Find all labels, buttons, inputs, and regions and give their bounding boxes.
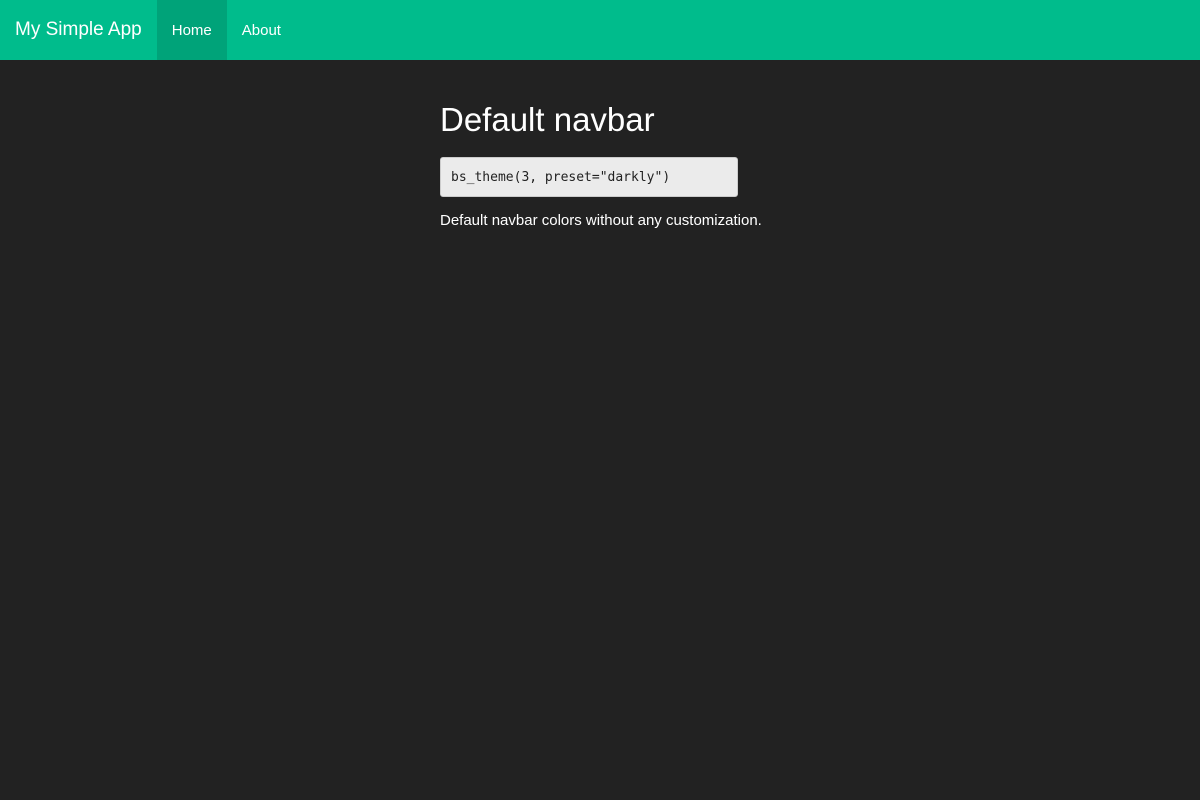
code-block: bs_theme(3, preset="darkly") [440,157,738,197]
description-text: Default navbar colors without any custom… [440,212,762,229]
nav-item-home[interactable]: Home [156,0,227,60]
nav-links: Home About [156,0,296,60]
main-content: Default navbar bs_theme(3, preset="darkl… [440,0,762,232]
page-title: Default navbar [440,101,655,138]
navbar-brand[interactable]: My Simple App [0,0,157,60]
nav-item-about[interactable]: About [227,0,296,60]
